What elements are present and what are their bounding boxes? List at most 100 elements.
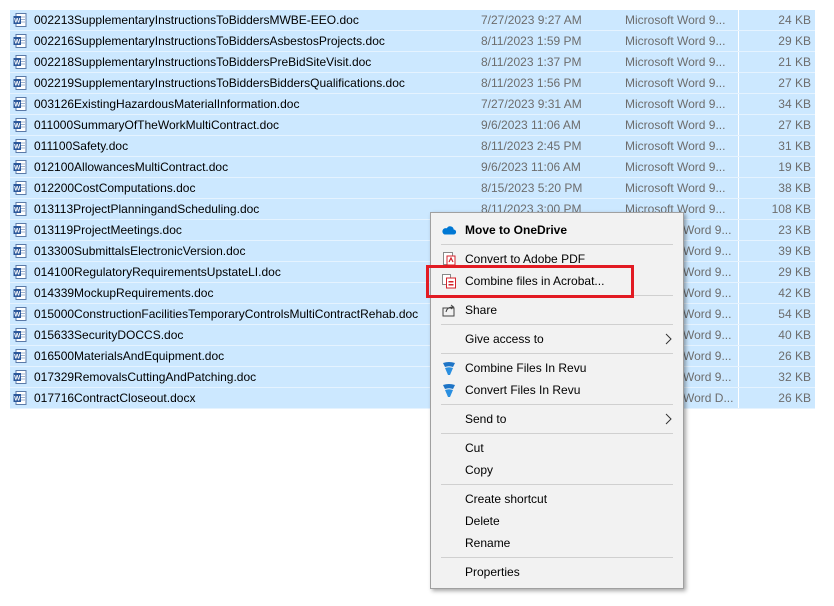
file-size: 42 KB	[778, 286, 811, 300]
file-row[interactable]: W 002213SupplementaryInstructionsToBidder…	[10, 10, 815, 31]
file-size: 26 KB	[778, 349, 811, 363]
word-doc-icon: W	[13, 370, 27, 384]
file-size: 23 KB	[778, 223, 811, 237]
menu-separator	[441, 244, 673, 245]
menu-item-copy[interactable]: Copy	[431, 459, 683, 481]
file-date: 8/11/2023 1:37 PM	[481, 55, 582, 69]
file-size: 21 KB	[778, 55, 811, 69]
menu-item-label: Convert to Adobe PDF	[465, 252, 586, 266]
file-size: 27 KB	[778, 76, 811, 90]
file-size: 29 KB	[778, 34, 811, 48]
menu-item-label: Properties	[465, 565, 520, 579]
menu-item-properties[interactable]: Properties	[431, 561, 683, 583]
svg-text:W: W	[14, 375, 21, 382]
word-doc-icon: W	[13, 307, 27, 321]
file-row[interactable]: W 002216SupplementaryInstructionsToBidder…	[10, 31, 815, 52]
file-size: 54 KB	[778, 307, 811, 321]
svg-text:W: W	[14, 144, 21, 151]
column-divider	[738, 367, 739, 387]
word-doc-icon: W	[13, 55, 27, 69]
file-row[interactable]: W 011000SummaryOfTheWorkMultiContract.doc…	[10, 115, 815, 136]
menu-item-combine-files-in-revu[interactable]: Combine Files In Revu	[431, 357, 683, 379]
file-row[interactable]: W 013113ProjectPlanningandScheduling.doc 8…	[10, 199, 815, 220]
svg-text:W: W	[14, 249, 21, 256]
svg-text:W: W	[14, 18, 21, 25]
file-row[interactable]: W 013300SubmittalsElectronicVersion.doc Wo…	[10, 241, 815, 262]
file-type: Microsoft Word 9...	[625, 55, 726, 69]
column-divider	[738, 346, 739, 366]
file-row[interactable]: W 015633SecurityDOCCS.doc Word 9... 40 KB	[10, 325, 815, 346]
file-size: 31 KB	[778, 139, 811, 153]
menu-item-send-to[interactable]: Send to	[431, 408, 683, 430]
file-row[interactable]: W 011100Safety.doc 8/11/2023 2:45 PM Micros…	[10, 136, 815, 157]
word-doc-icon: W	[13, 223, 27, 237]
word-doc-icon: W	[13, 349, 27, 363]
menu-item-label: Rename	[465, 536, 511, 550]
menu-item-rename[interactable]: Rename	[431, 532, 683, 554]
file-name: 016500MaterialsAndEquipment.doc	[34, 349, 225, 363]
file-row[interactable]: W 015000ConstructionFacilitiesTemporaryCo…	[10, 304, 815, 325]
file-row[interactable]: W 016500MaterialsAndEquipment.doc Word 9..…	[10, 346, 815, 367]
column-divider	[738, 262, 739, 282]
file-size: 108 KB	[771, 202, 811, 216]
column-divider	[738, 94, 739, 114]
svg-text:W: W	[14, 186, 21, 193]
svg-text:W: W	[14, 39, 21, 46]
menu-item-label: Copy	[465, 463, 494, 477]
menu-item-move-to-onedrive[interactable]: Move to OneDrive	[431, 219, 683, 241]
column-divider	[738, 388, 739, 408]
file-size: 40 KB	[778, 328, 811, 342]
column-divider	[738, 283, 739, 303]
menu-item-label: Combine Files In Revu	[465, 361, 587, 375]
menu-item-cut[interactable]: Cut	[431, 437, 683, 459]
menu-separator	[441, 557, 673, 558]
svg-text:W: W	[14, 291, 21, 298]
file-row[interactable]: W 003126ExistingHazardousMaterialInformat…	[10, 94, 815, 115]
column-divider	[738, 241, 739, 261]
menu-item-give-access-to[interactable]: Give access to	[431, 328, 683, 350]
menu-item-convert-files-in-revu[interactable]: Convert Files In Revu	[431, 379, 683, 401]
file-row[interactable]: W 012200CostComputations.doc 8/15/2023 5:2…	[10, 178, 815, 199]
file-name: 002219SupplementaryInstructionsToBidders…	[34, 76, 405, 90]
word-doc-icon: W	[13, 160, 27, 174]
file-date: 8/11/2023 1:59 PM	[481, 34, 582, 48]
menu-separator	[441, 353, 673, 354]
menu-item-create-shortcut[interactable]: Create shortcut	[431, 488, 683, 510]
file-row[interactable]: W 002219SupplementaryInstructionsToBidder…	[10, 73, 815, 94]
file-name: 013119ProjectMeetings.doc	[34, 223, 182, 237]
file-name: 002218SupplementaryInstructionsToBidders…	[34, 55, 372, 69]
menu-item-delete[interactable]: Delete	[431, 510, 683, 532]
file-row[interactable]: W 014100RegulatoryRequirementsUpstateLI.d…	[10, 262, 815, 283]
svg-text:W: W	[14, 396, 21, 403]
file-row[interactable]: W 013119ProjectMeetings.doc Word 9... 23 KB	[10, 220, 815, 241]
word-doc-icon: W	[13, 13, 27, 27]
chevron-right-icon	[663, 411, 673, 427]
menu-separator	[441, 433, 673, 434]
highlight-box	[426, 265, 634, 298]
file-type: Microsoft Word 9...	[625, 97, 726, 111]
column-divider	[738, 178, 739, 198]
file-row[interactable]: W 014339MockupRequirements.doc Word 9... 42…	[10, 283, 815, 304]
menu-separator	[441, 404, 673, 405]
word-docx-icon: W	[13, 391, 27, 405]
column-divider	[738, 157, 739, 177]
file-row[interactable]: W 017329RemovalsCuttingAndPatching.doc Wor…	[10, 367, 815, 388]
file-row[interactable]: W 012100AllowancesMultiContract.doc 9/6/20…	[10, 157, 815, 178]
svg-text:W: W	[14, 270, 21, 277]
menu-item-share[interactable]: Share	[431, 299, 683, 321]
menu-item-label: Move to OneDrive	[465, 223, 568, 237]
svg-text:W: W	[14, 81, 21, 88]
file-row[interactable]: W 002218SupplementaryInstructionsToBidder…	[10, 52, 815, 73]
svg-text:W: W	[14, 207, 21, 214]
menu-separator	[441, 484, 673, 485]
file-name: 014100RegulatoryRequirementsUpstateLI.do…	[34, 265, 281, 279]
file-size: 34 KB	[778, 97, 811, 111]
column-divider	[738, 31, 739, 51]
file-row[interactable]: W 017716ContractCloseout.docx Word D... 26 …	[10, 388, 815, 409]
menu-item-label: Convert Files In Revu	[465, 383, 581, 397]
menu-item-label: Send to	[465, 412, 507, 426]
file-date: 9/6/2023 11:06 AM	[481, 118, 581, 132]
svg-text:W: W	[14, 228, 21, 235]
file-date: 7/27/2023 9:27 AM	[481, 13, 582, 27]
word-doc-icon: W	[13, 244, 27, 258]
